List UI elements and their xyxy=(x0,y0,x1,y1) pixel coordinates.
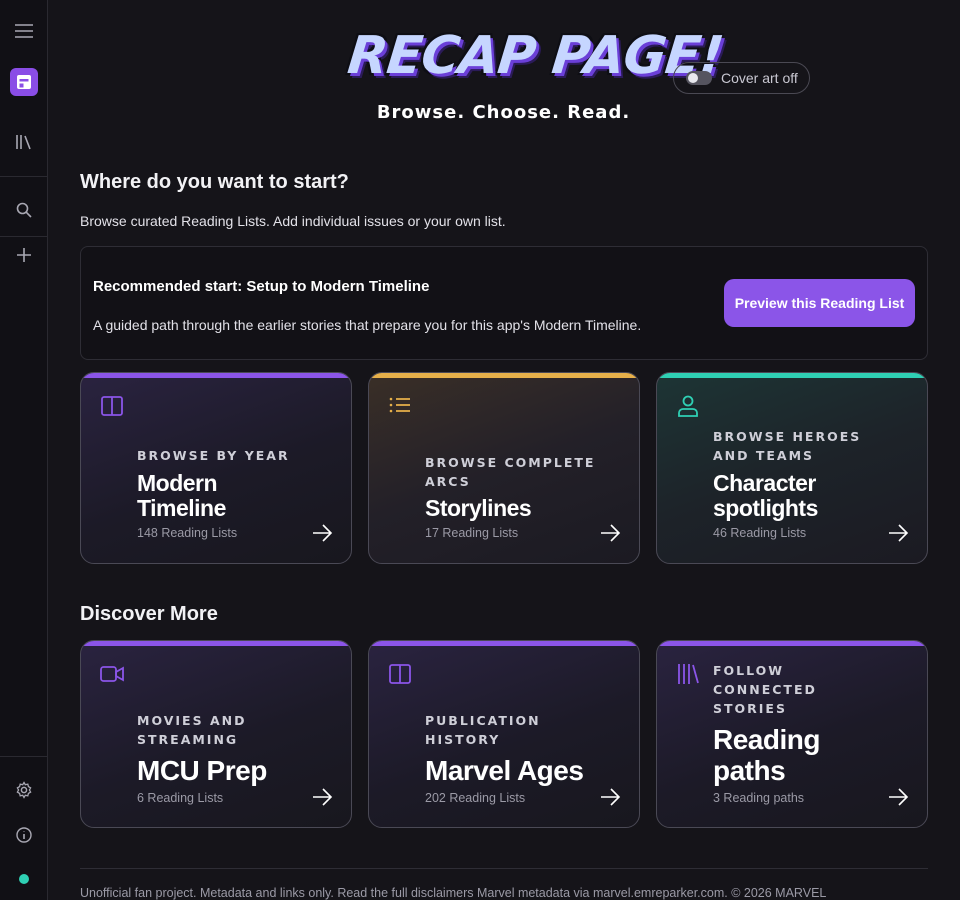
card-kicker: Browse complete arcs xyxy=(425,455,596,489)
card-title: Storylines xyxy=(425,495,532,521)
arrow-right-icon xyxy=(889,524,909,542)
library-icon xyxy=(678,664,699,684)
cover-art-toggle[interactable]: Cover art off xyxy=(673,62,810,94)
app-logo-icon xyxy=(9,68,38,96)
footer-disclaimer: Unofficial fan project. Metadata and lin… xyxy=(80,886,827,900)
settings-button[interactable] xyxy=(0,770,47,810)
recommended-title: Recommended start: Setup to Modern Timel… xyxy=(93,278,430,295)
sidebar xyxy=(0,0,48,900)
cover-art-toggle-label: Cover art off xyxy=(721,70,798,86)
arrow-right-icon xyxy=(601,524,621,542)
preview-reading-list-button[interactable]: Preview this Reading List xyxy=(724,279,915,327)
card-kicker: Follow connected stories xyxy=(713,663,817,716)
recommended-description: A guided path through the earlier storie… xyxy=(93,317,642,333)
card-kicker: Browse by year xyxy=(137,448,290,463)
arrow-right-icon xyxy=(601,788,621,806)
settings-icon xyxy=(16,781,31,799)
card-character-spotlights[interactable]: Browse heroes and teams Character spotli… xyxy=(656,372,928,564)
status-indicator xyxy=(19,874,29,884)
card-mcu-prep[interactable]: Movies and streaming MCU Prep 6 Reading … xyxy=(80,640,352,828)
search-button[interactable] xyxy=(0,190,47,230)
page-logo-title: RECAP PAGE! xyxy=(344,26,726,86)
info-icon xyxy=(15,827,32,843)
card-marvel-ages[interactable]: Publication history Marvel Ages 202 Read… xyxy=(368,640,640,828)
recommended-start-panel: Recommended start: Setup to Modern Timel… xyxy=(80,246,928,360)
home-button[interactable] xyxy=(0,62,47,102)
search-icon xyxy=(16,202,32,218)
card-kicker: Publication history xyxy=(425,713,541,747)
card-kicker: Movies and streaming xyxy=(137,713,247,747)
menu-icon xyxy=(14,24,33,38)
info-button[interactable] xyxy=(0,815,47,855)
start-section-subtitle: Browse curated Reading Lists. Add indivi… xyxy=(80,213,506,229)
card-accent-bar xyxy=(369,641,639,646)
card-count: 148 Reading Lists xyxy=(137,526,238,540)
start-section-title: Where do you want to start? xyxy=(80,171,349,193)
sidebar-divider xyxy=(0,176,47,177)
card-accent-bar xyxy=(81,373,351,378)
video-icon xyxy=(100,666,124,682)
book-open-icon xyxy=(389,664,411,684)
card-accent-bar xyxy=(657,373,927,378)
user-icon xyxy=(678,395,698,417)
card-count: 17 Reading Lists xyxy=(425,526,519,540)
card-count: 46 Reading Lists xyxy=(713,526,807,540)
card-title: Character spotlights xyxy=(713,470,818,521)
add-button[interactable] xyxy=(0,235,47,275)
discover-section-title: Discover More xyxy=(80,603,218,625)
add-icon xyxy=(16,248,31,262)
menu-button[interactable] xyxy=(0,11,47,51)
toggle-switch[interactable] xyxy=(686,71,712,85)
card-modern-timeline[interactable]: Browse by year Modern Timeline 148 Readi… xyxy=(80,372,352,564)
arrow-right-icon xyxy=(313,524,333,542)
card-count: 6 Reading Lists xyxy=(137,791,224,805)
arrow-right-icon xyxy=(313,788,333,806)
card-reading-paths[interactable]: Follow connected stories Reading paths 3… xyxy=(656,640,928,828)
card-count: 3 Reading paths xyxy=(713,791,805,805)
book-open-icon xyxy=(101,396,123,416)
list-icon xyxy=(389,397,410,413)
footer-divider xyxy=(80,868,928,869)
card-title: Reading paths xyxy=(713,724,820,786)
card-count: 202 Reading Lists xyxy=(425,791,526,805)
card-accent-bar xyxy=(81,641,351,646)
card-storylines[interactable]: Browse complete arcs Storylines 17 Readi… xyxy=(368,372,640,564)
card-title: Marvel Ages xyxy=(425,755,584,786)
sidebar-divider xyxy=(0,756,47,757)
tagline: Browse. Choose. Read. xyxy=(376,102,631,123)
card-title: MCU Prep xyxy=(137,755,267,786)
card-kicker: Browse heroes and teams xyxy=(713,429,862,463)
card-title: Modern Timeline xyxy=(137,470,226,521)
card-accent-bar xyxy=(657,641,927,646)
arrow-right-icon xyxy=(889,788,909,806)
library-icon xyxy=(15,135,31,150)
library-button[interactable] xyxy=(0,122,47,162)
card-accent-bar xyxy=(369,373,639,378)
